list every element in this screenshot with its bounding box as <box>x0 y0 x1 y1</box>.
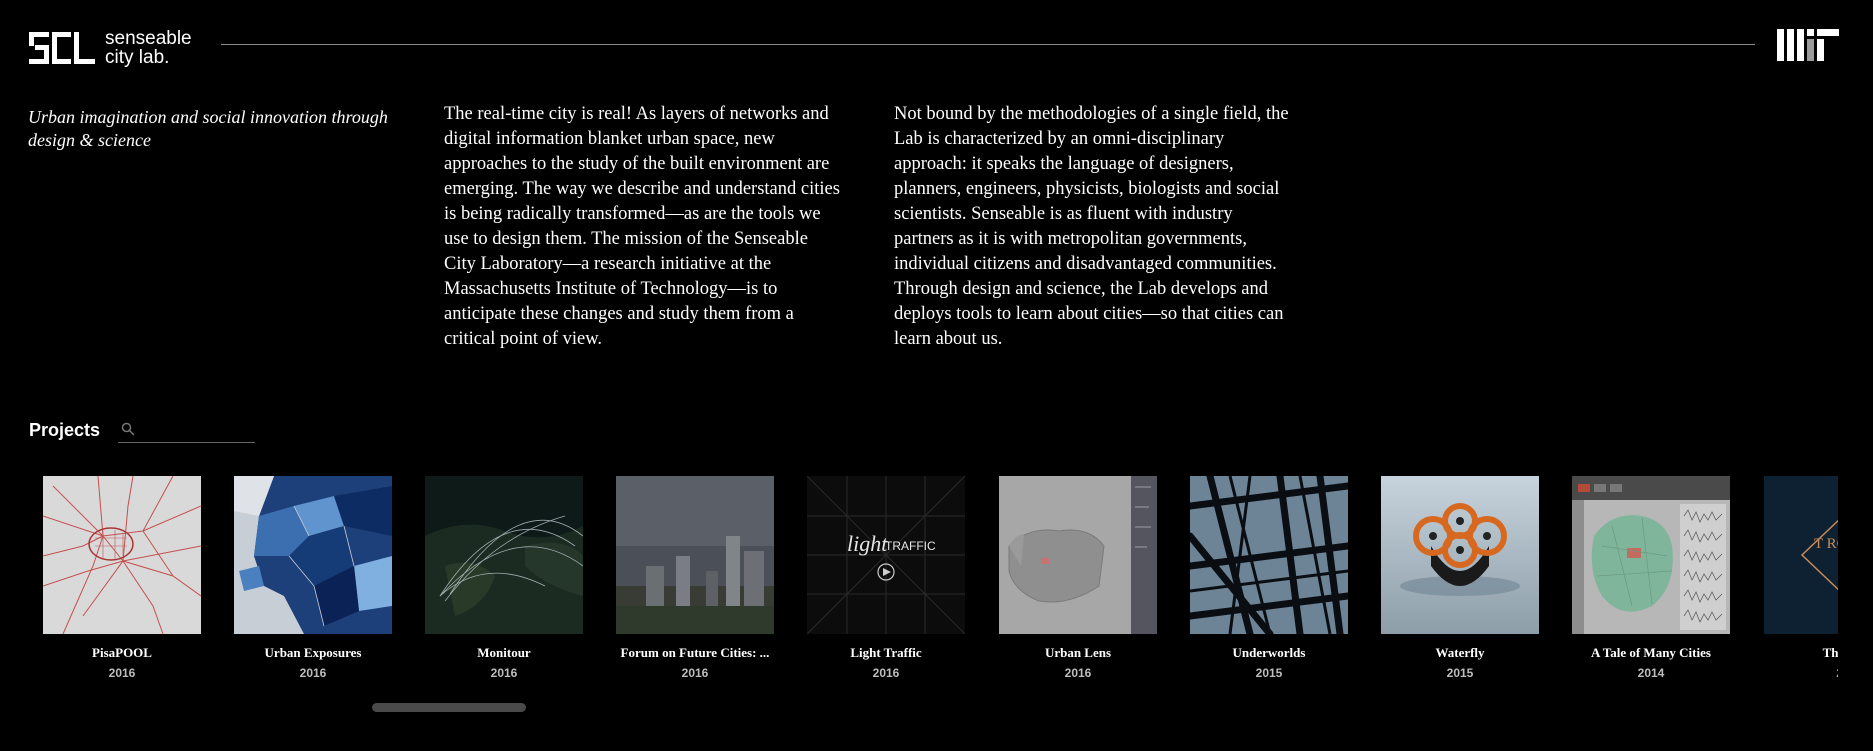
project-search[interactable] <box>118 418 257 443</box>
project-card[interactable]: light TRAFFIC Light Traffic 2016 <box>807 476 965 680</box>
intro-paragraph-1: The real-time city is real! As layers of… <box>444 104 840 349</box>
project-thumbnail <box>234 476 392 634</box>
search-icon <box>121 422 135 436</box>
logo-line-1: senseable <box>105 28 192 49</box>
intro-paragraph-2: Not bound by the methodologies of a sing… <box>894 104 1289 349</box>
project-card[interactable]: Underworlds 2015 <box>1190 476 1348 680</box>
project-card[interactable]: Waterfly 2015 <box>1381 476 1539 680</box>
project-title: Underworlds <box>1232 645 1306 660</box>
mit-logo-icon[interactable] <box>1777 29 1839 61</box>
project-year: 2016 <box>108 666 136 680</box>
project-title: Waterfly <box>1435 645 1485 660</box>
project-thumbnail <box>425 476 583 634</box>
project-year: 2015 <box>1255 666 1283 680</box>
project-title: The Ro <box>1822 645 1838 660</box>
thumb-caption: TRAFFIC <box>885 539 936 553</box>
project-title: Monitour <box>477 645 531 660</box>
project-year: 20 <box>1764 666 1838 680</box>
project-year: 2014 <box>1637 666 1665 680</box>
logo-wordmark: senseable city lab. <box>105 29 192 67</box>
project-thumbnail <box>1572 476 1730 634</box>
project-thumbnail: light TRAFFIC <box>807 476 965 634</box>
project-card[interactable]: PisaPOOL 2016 <box>43 476 201 680</box>
project-title: Urban Lens <box>1044 645 1112 660</box>
project-year: 2016 <box>1064 666 1092 680</box>
projects-heading: Projects <box>29 420 101 440</box>
project-thumbnail <box>616 476 774 634</box>
senseable-city-lab-logo[interactable]: senseable city lab. <box>29 29 192 67</box>
project-card[interactable]: Monitour 2016 <box>425 476 583 680</box>
project-title: Forum on Future Cities: ... <box>620 645 770 660</box>
project-year: 2016 <box>681 666 709 680</box>
project-card[interactable]: Urban Exposures 2016 <box>234 476 392 680</box>
carousel-scrollbar[interactable] <box>372 703 526 712</box>
thumb-caption: T RO AH <box>1814 536 1838 552</box>
project-card[interactable]: A Tale of Many Cities 2014 <box>1572 476 1730 680</box>
projects-carousel[interactable]: PisaPOOL 2016 Urban Exposures 2016 Monit… <box>0 476 1838 696</box>
project-thumbnail <box>1381 476 1539 634</box>
project-year: 2015 <box>1446 666 1474 680</box>
thumb-caption: light <box>847 531 888 556</box>
project-title: PisaPOOL <box>92 645 152 660</box>
site-header: senseable city lab. <box>0 0 1873 90</box>
projects-toolbar: Projects <box>29 418 257 443</box>
project-year: 2016 <box>299 666 327 680</box>
header-divider <box>221 44 1755 45</box>
project-thumbnail <box>999 476 1157 634</box>
project-card[interactable]: Urban Lens 2016 <box>999 476 1157 680</box>
project-thumbnail: T RO AH <box>1764 476 1838 634</box>
project-card[interactable]: T RO AH The Ro 20 <box>1764 476 1838 680</box>
search-input[interactable] <box>140 418 257 442</box>
project-title: Urban Exposures <box>264 645 362 660</box>
project-thumbnail <box>43 476 201 634</box>
project-year: 2016 <box>872 666 900 680</box>
logo-line-2: city lab. <box>105 47 170 68</box>
scl-logo-mark-icon <box>29 32 95 64</box>
project-year: 2016 <box>490 666 518 680</box>
project-card[interactable]: Forum on Future Cities: ... 2016 <box>616 476 774 680</box>
project-thumbnail <box>1190 476 1348 634</box>
tagline: Urban imagination and social innovation … <box>28 107 388 150</box>
project-title: Light Traffic <box>850 645 922 660</box>
project-title: A Tale of Many Cities <box>1591 645 1711 660</box>
